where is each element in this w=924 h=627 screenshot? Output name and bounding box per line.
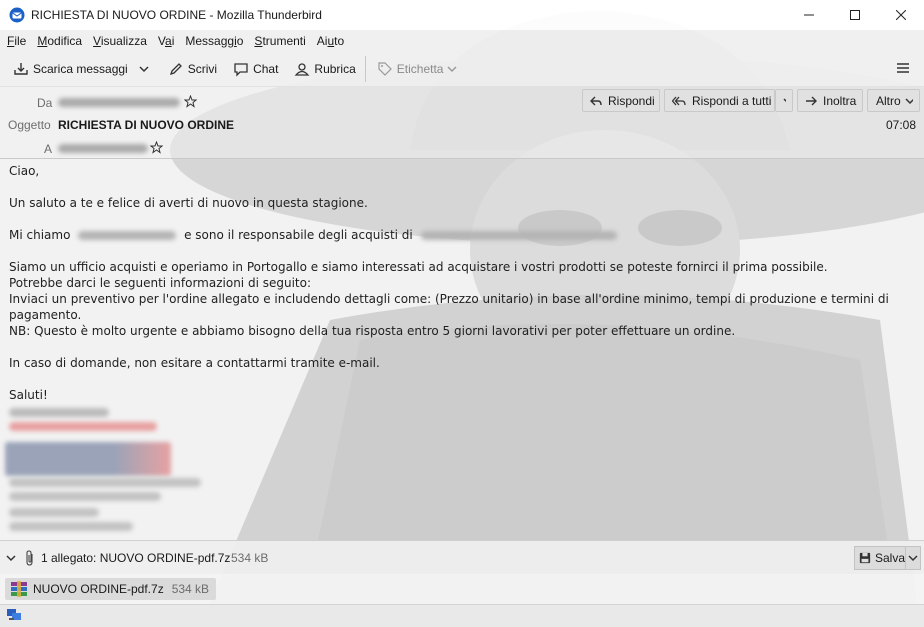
reply-all-button[interactable]: Rispondi a tutti [664,89,775,112]
maximize-button[interactable] [832,0,878,30]
body-paragraph-1: Un saluto a te e felice di averti di nuo… [9,196,368,210]
tag-icon [378,62,392,76]
menu-visualizza[interactable]: Visualizza [89,34,151,48]
tag-button[interactable]: Etichetta [372,56,467,82]
more-button[interactable]: Altro [867,89,920,112]
message-subject: RICHIESTA DI NUOVO ORDINE [58,118,235,132]
reply-all-label: Rispondi a tutti [692,93,772,108]
chat-button[interactable]: Chat [228,56,283,82]
forward-arrow-icon [806,96,817,105]
close-button[interactable] [878,0,924,30]
to-address-redacted [58,144,148,153]
reply-all-dropdown[interactable] [775,89,793,112]
forward-label: Inoltra [823,93,857,108]
chat-label: Chat [253,62,279,76]
address-book-label: Rubrica [314,62,356,76]
more-label: Altro [876,93,901,108]
body-closing: Saluti! [9,388,48,402]
archive-file-icon [11,581,27,597]
minimize-icon [804,14,814,16]
chevron-down-icon [783,97,786,102]
sender-name-redacted [78,231,177,240]
menu-modifica[interactable]: Modifica [33,34,86,48]
forward-button[interactable]: Inoltra [797,89,863,112]
to-label: A [44,142,53,156]
save-attachment-button[interactable]: Salva [854,546,906,570]
status-bar [0,604,924,627]
app-menu-button[interactable] [896,61,910,78]
reply-all-arrow-icon [672,96,686,105]
attachment-bar: 1 allegato: NUOVO ORDINE-pdf.7z 534 kB S… [0,540,924,575]
write-label: Scrivi [187,62,218,76]
save-disk-icon [859,552,871,564]
from-address-redacted [58,98,180,107]
get-messages-button[interactable]: Scarica messaggi [8,56,133,82]
save-label: Salva [874,551,905,565]
attachment-item[interactable]: NUOVO ORDINE-pdf.7z 534 kB [5,578,217,600]
reply-label: Rispondi [608,93,655,108]
chevron-down-icon[interactable] [6,554,16,562]
menu-aiuto[interactable]: Aiuto [313,34,348,48]
menu-strumenti[interactable]: Strumenti [250,34,309,48]
thunderbird-logo-icon [9,7,25,23]
network-status-icon[interactable] [6,608,22,622]
star-icon[interactable] [184,95,197,108]
chevron-down-icon [139,66,149,73]
menu-messaggio[interactable]: Messaggio [181,34,247,48]
attachment-size: 534 kB [171,582,210,596]
download-icon [14,63,28,75]
body-line-request: Siamo un ufficio acquisti e operiamo in … [9,260,828,274]
attachment-list: NUOVO ORDINE-pdf.7z 534 kB [0,574,924,604]
get-messages-label: Scarica messaggi [33,62,128,76]
toolbar-separator [364,56,366,82]
body-paragraph-3: Siamo un ufficio acquisti e operiamo in … [9,259,909,339]
star-icon[interactable] [150,141,163,154]
chevron-down-icon [447,66,458,73]
reply-button[interactable]: Rispondi [582,89,660,112]
message-body: Ciao, Un saluto a te e felice di averti … [9,163,909,407]
window-title: RICHIESTA DI NUOVO ORDINE - Mozilla Thun… [31,8,322,22]
chevron-down-icon [905,97,913,104]
get-messages-dropdown[interactable] [135,56,157,82]
menu-vai[interactable]: Vai [154,34,178,48]
attachment-name: NUOVO ORDINE-pdf.7z [33,582,164,596]
chevron-down-icon [908,555,918,562]
contacts-icon [295,63,310,76]
body-paragraph-4: In caso di domande, non esitare a contat… [9,356,380,370]
company-name-redacted [420,231,617,240]
body-paragraph-2: Mi chiamo e sono il responsabile degli a… [9,227,909,243]
main-toolbar: Scarica messaggi Scrivi Chat Rubrica Eti… [0,52,924,87]
pencil-icon [169,63,182,76]
body-line-quote: Inviaci un preventivo per l'ordine alleg… [9,292,889,322]
message-time: 07:08 [885,118,916,132]
body-role-text: e sono il responsabile degli acquisti di [184,228,413,242]
menu-file[interactable]: File [3,34,30,48]
body-line-urgent: NB: Questo è molto urgente e abbiamo bis… [9,324,736,338]
minimize-button[interactable] [786,0,832,30]
reply-arrow-icon [590,96,602,105]
subject-label: Oggetto [8,118,51,132]
paperclip-icon [26,550,33,566]
menu-bar: File Modifica Visualizza Vai Messaggio S… [0,30,924,52]
body-line-info: Potrebbe darci le seguenti informazioni … [9,276,312,290]
body-greeting: Ciao, [9,164,40,178]
address-book-button[interactable]: Rubrica [289,56,360,82]
body-intro-text: Mi chiamo [9,228,71,242]
chat-bubble-icon [234,63,248,77]
tag-label: Etichetta [396,62,444,76]
hamburger-menu-icon [897,63,909,73]
attachment-summary[interactable]: 1 allegato: NUOVO ORDINE-pdf.7z [41,551,230,565]
save-attachment-dropdown[interactable] [905,546,921,570]
attachment-summary-size: 534 kB [231,551,269,565]
title-bar: RICHIESTA DI NUOVO ORDINE - Mozilla Thun… [0,0,924,30]
from-label: Da [37,96,53,110]
close-icon [896,10,906,20]
write-button[interactable]: Scrivi [163,56,222,82]
maximize-icon [850,10,860,20]
